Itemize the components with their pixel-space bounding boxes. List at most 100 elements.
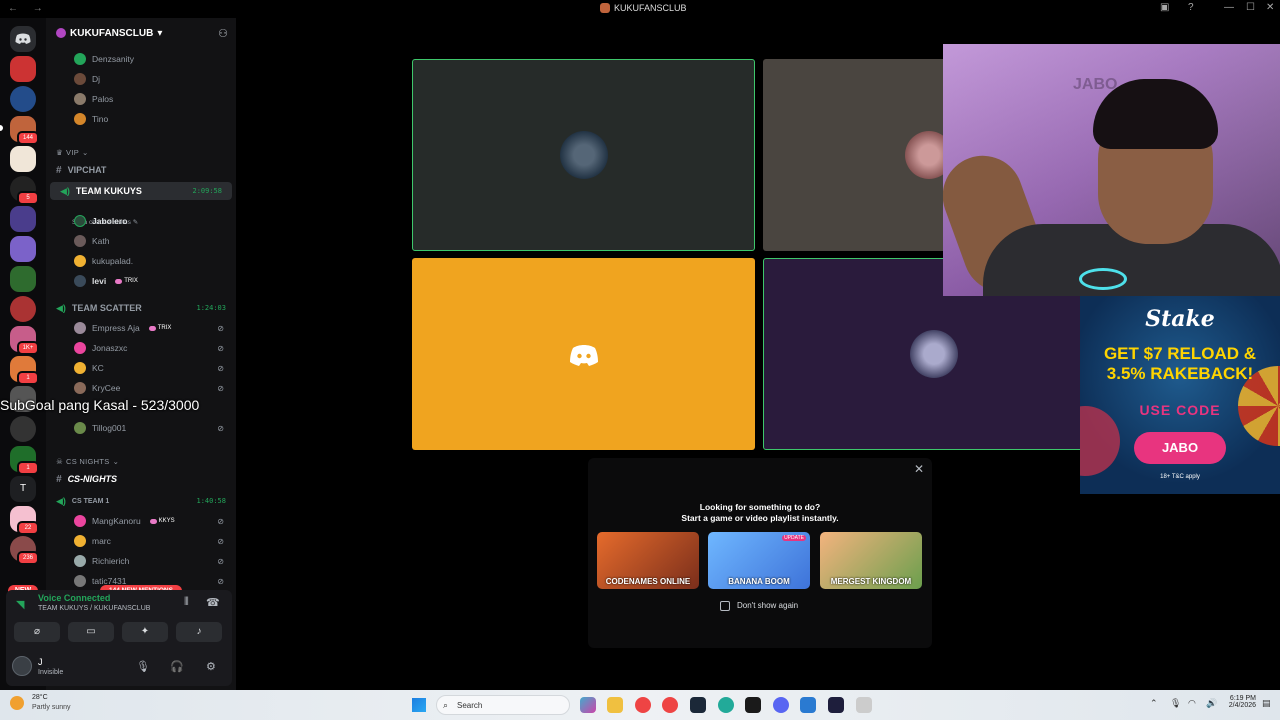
server-icon[interactable]: 1 (10, 356, 39, 385)
voice-channel-team-kukuys[interactable]: ◀) TEAM KUKUYS 2:09:58 (50, 182, 232, 200)
server-icon[interactable]: 1K+ (10, 326, 39, 355)
camera-off-button[interactable]: ⌀ (14, 622, 60, 642)
voice-user[interactable]: KC ⊘ (46, 359, 236, 377)
avatar (74, 362, 86, 374)
dont-show-checkbox[interactable] (720, 601, 730, 611)
inbox-icon[interactable]: ▣ (1160, 2, 1169, 13)
user-name[interactable]: J (38, 657, 43, 667)
voice-user[interactable]: Tino (46, 110, 236, 128)
tag-label: TRIX (157, 325, 172, 331)
invite-icon[interactable]: ⚇ (218, 27, 228, 40)
close-icon[interactable]: ✕ (914, 462, 924, 476)
voice-channel-cs-team[interactable]: ◀) CS TEAM 1 1:40:58 (46, 492, 236, 510)
nav-arrows[interactable]: ← → (8, 3, 49, 14)
voice-status[interactable]: Voice Connected (38, 593, 110, 603)
vscode-icon[interactable] (828, 697, 844, 713)
voice-user[interactable]: MangKanoru KKYS ⊘ (46, 512, 236, 530)
gear-icon[interactable]: ⚙ (206, 660, 216, 673)
clan-tag: TRIX (115, 278, 138, 284)
volume-icon[interactable]: 🔊 (1206, 698, 1217, 709)
deafened-icon: ⊘ (217, 536, 224, 546)
signal-icon[interactable]: ◥ (16, 598, 24, 611)
server-icon[interactable] (10, 86, 36, 112)
discord-icon[interactable] (773, 697, 789, 713)
avatar (74, 215, 86, 227)
server-name: KUKUFANSCLUB (70, 27, 154, 39)
voice-user[interactable]: Empress Aja TRIX ⊘ (46, 319, 236, 337)
user-name: Empress Aja (92, 323, 140, 333)
voice-user[interactable]: Jonaszxc ⊘ (46, 339, 236, 357)
server-icon[interactable] (10, 146, 36, 172)
microphone-icon[interactable]: 🎙 (1170, 698, 1181, 709)
server-icon[interactable] (10, 416, 36, 442)
steam-icon[interactable] (690, 697, 706, 713)
discord-home-icon[interactable] (10, 26, 36, 52)
avatar (74, 342, 86, 354)
disconnect-icon[interactable]: ☎ (206, 596, 220, 609)
voice-user[interactable]: KryCee ⊘ (46, 379, 236, 397)
noise-suppression-icon[interactable]: ⦀ (184, 596, 189, 609)
file-explorer-icon[interactable] (607, 697, 623, 713)
chrome-icon[interactable] (635, 697, 651, 713)
server-header[interactable]: KUKUFANSCLUB ▾ ⚇ (46, 18, 236, 48)
server-icon[interactable]: 22 (10, 506, 39, 535)
ad-headline-2: 3.5% RAKEBACK! (1106, 364, 1254, 383)
copilot-icon[interactable] (580, 697, 596, 713)
minimize-button[interactable]: — (1224, 2, 1234, 13)
voice-channel-team-scatter[interactable]: ◀) TEAM SCATTER 1:24:03 (46, 299, 236, 317)
voice-user[interactable]: marc ⊘ (46, 532, 236, 550)
chrome-icon[interactable] (662, 697, 678, 713)
channel-vipchat[interactable]: # VIPCHAT (46, 161, 236, 179)
voice-user[interactable]: Denzsanity (46, 50, 236, 68)
close-button[interactable]: ✕ (1266, 2, 1274, 13)
notepad-icon[interactable] (800, 697, 816, 713)
snipping-tool-icon[interactable] (856, 697, 872, 713)
notification-icon[interactable]: ▤ (1262, 698, 1271, 709)
voice-user[interactable]: Tillog001 ⊘ (46, 419, 236, 437)
screen-share-button[interactable]: ▭ (68, 622, 114, 642)
activities-button[interactable]: ✦ (122, 622, 168, 642)
server-icon[interactable] (10, 56, 36, 82)
maximize-button[interactable]: ☐ (1246, 2, 1255, 13)
voice-location[interactable]: TEAM KUKUYS / KUKUFANSCLUB (38, 605, 150, 612)
avatar[interactable] (12, 656, 32, 676)
taskbar-search[interactable]: ⌕ Search (436, 695, 570, 715)
chevron-down-icon: ▾ (157, 27, 163, 39)
channel-cs-nights[interactable]: # CS-NIGHTS (46, 470, 236, 488)
voice-user[interactable]: Palos (46, 90, 236, 108)
clock[interactable]: 6:19 PM 2/4/2026 (1224, 695, 1256, 709)
voice-user[interactable]: Dj (46, 70, 236, 88)
wifi-icon[interactable]: ◠ (1188, 698, 1196, 709)
server-icon[interactable] (10, 266, 36, 292)
server-icon-active[interactable]: 144 (10, 116, 39, 145)
windows-start-icon[interactable] (412, 698, 426, 712)
ad-headline-1: GET $7 RELOAD & (1103, 344, 1257, 363)
server-icon-letter[interactable]: T (10, 476, 36, 502)
ring-light (1079, 268, 1127, 290)
help-icon[interactable]: ? (1188, 2, 1194, 13)
category-vip[interactable]: ♛ VIP ⌄ (46, 143, 236, 161)
chrome-profile-icon[interactable] (718, 697, 734, 713)
server-icon[interactable]: 5 (10, 176, 39, 205)
activity-card-banana-boom[interactable]: UPDATE BANANA BOOM (708, 532, 810, 589)
voice-user[interactable]: kukupalad. (46, 252, 236, 270)
voice-user[interactable]: Richierich ⊘ (46, 552, 236, 570)
voice-user[interactable]: levi TRIX (46, 272, 236, 290)
category-cs-nights[interactable]: ☠ CS NIGHTS ⌄ (46, 452, 236, 470)
server-icon[interactable] (10, 206, 36, 232)
server-icon[interactable] (10, 296, 36, 322)
activity-card-mergest[interactable]: MERGEST KINGDOM (820, 532, 922, 589)
soundboard-button[interactable]: ♪ (176, 622, 222, 642)
voice-user[interactable]: Kath (46, 232, 236, 250)
activity-card-codenames[interactable]: CODENAMES ONLINE (597, 532, 699, 589)
server-icon[interactable] (10, 236, 36, 262)
dont-show-label[interactable]: Don't show again (737, 601, 798, 610)
headphones-icon[interactable]: 🎧 (170, 660, 184, 673)
server-icon[interactable]: 1 (10, 446, 39, 475)
server-icon[interactable]: 236 (10, 536, 39, 565)
chevron-up-icon[interactable]: ⌃ (1150, 698, 1158, 709)
app-icon[interactable] (745, 697, 761, 713)
deafened-icon: ⊘ (217, 556, 224, 566)
microphone-icon[interactable]: 🎙 (136, 660, 150, 673)
voice-user[interactable]: Jabolero (46, 212, 236, 230)
